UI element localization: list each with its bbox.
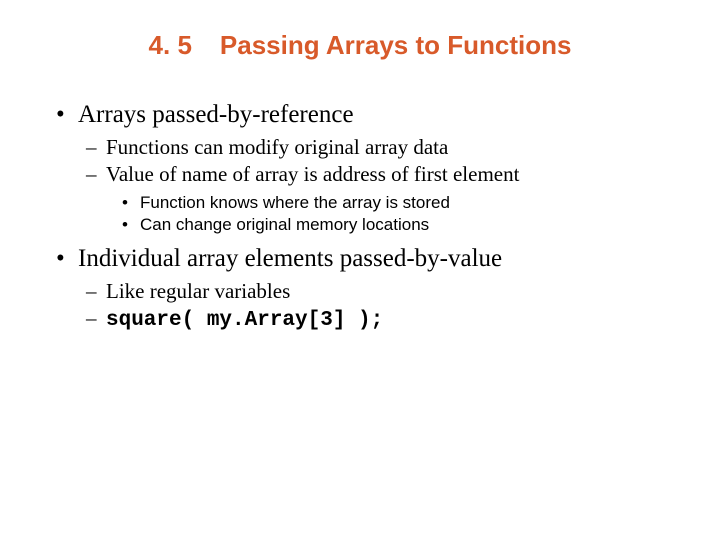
bullet-list-level2: Like regular variables square( my.Array[… <box>78 279 680 332</box>
bullet-item: Functions can modify original array data <box>106 135 680 160</box>
slide-container: 4. 5 Passing Arrays to Functions Arrays p… <box>0 0 720 362</box>
bullet-text: Can change original memory locations <box>140 215 429 234</box>
title-number: 4. 5 <box>149 30 192 61</box>
bullet-text: Like regular variables <box>106 279 290 303</box>
bullet-item: Individual array elements passed-by-valu… <box>78 245 680 332</box>
bullet-item: square( my.Array[3] ); <box>106 306 680 332</box>
bullet-text: Functions can modify original array data <box>106 135 448 159</box>
bullet-text: Individual array elements passed-by-valu… <box>78 245 502 272</box>
bullet-text: Value of name of array is address of fir… <box>106 162 519 186</box>
bullet-list-level2: Functions can modify original array data… <box>78 135 680 235</box>
bullet-list-level1: Arrays passed-by-reference Functions can… <box>40 101 680 332</box>
bullet-text: Function knows where the array is stored <box>140 193 450 212</box>
bullet-item: Arrays passed-by-reference Functions can… <box>78 101 680 235</box>
bullet-item: Like regular variables <box>106 279 680 304</box>
bullet-list-level3: Function knows where the array is stored… <box>106 193 680 235</box>
title-text: Passing Arrays to Functions <box>220 30 572 60</box>
bullet-item: Can change original memory locations <box>140 215 680 235</box>
bullet-item: Value of name of array is address of fir… <box>106 162 680 235</box>
slide-title: 4. 5 Passing Arrays to Functions <box>40 30 680 61</box>
bullet-code: square( my.Array[3] ); <box>106 309 383 332</box>
bullet-item: Function knows where the array is stored <box>140 193 680 213</box>
bullet-text: Arrays passed-by-reference <box>78 101 354 128</box>
